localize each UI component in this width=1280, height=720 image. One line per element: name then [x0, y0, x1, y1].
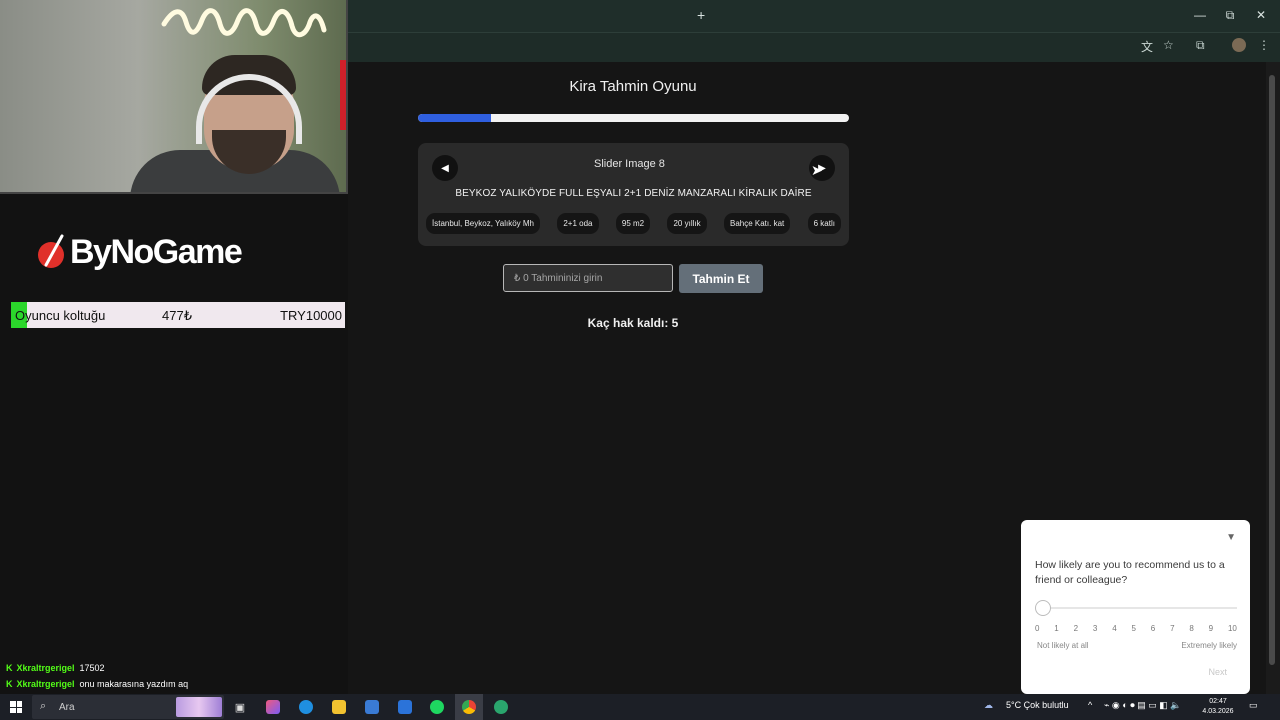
survey-next-button[interactable]: Next: [1208, 667, 1227, 677]
listing-title: BEYKOZ YALIKÖYDE FULL EŞYALI 2+1 DENİZ M…: [455, 188, 812, 199]
scale-2[interactable]: 2: [1074, 624, 1078, 633]
guess-input[interactable]: [503, 264, 673, 292]
tag-age: 20 yıllık: [667, 213, 707, 234]
taskbar-clock[interactable]: 02:47 4.03.2026: [1198, 697, 1238, 717]
new-tab-button[interactable]: +: [697, 7, 705, 23]
translate-icon[interactable]: 文: [1141, 38, 1153, 55]
survey-question: How likely are you to recommend us to a …: [1035, 559, 1225, 586]
task-view-icon[interactable]: ▣: [233, 700, 247, 714]
scale-10[interactable]: 10: [1228, 624, 1237, 633]
slider-image: Slider Image 8: [594, 158, 665, 170]
bynogame-logo: ByNoGame: [36, 230, 243, 274]
chat-username: Xkraltrgerigel: [16, 663, 75, 673]
weather-icon: ☁: [984, 700, 993, 710]
survey-slider-handle[interactable]: [1035, 600, 1051, 616]
search-highlight-image: [176, 697, 222, 717]
tag-location: İstanbul, Beykoz, Yalıköy Mh: [426, 213, 540, 234]
weather-text[interactable]: 5°C Çok bulutlu: [1006, 700, 1069, 710]
chat-message: K Xkraltrgerigel onu makarasına yazdım aq: [6, 679, 188, 689]
tag-floor: Bahçe Katı. kat: [723, 213, 791, 234]
mail-icon[interactable]: [398, 700, 412, 714]
bynogame-logo-text: ByNoGame: [70, 232, 243, 271]
tag-rooms: 2+1 oda: [557, 213, 599, 234]
survey-slider-track[interactable]: [1041, 607, 1237, 609]
survey-widget: ▼ How likely are you to recommend us to …: [1021, 520, 1250, 694]
progress-bar: [418, 114, 849, 122]
chat-username: Xkraltrgerigel: [16, 679, 75, 689]
chrome-profile-icon[interactable]: [494, 700, 508, 714]
webcam-feed: [0, 0, 348, 194]
spotify-icon[interactable]: [430, 700, 444, 714]
chat-badge-icon: K: [6, 679, 13, 689]
profile-avatar[interactable]: [1232, 38, 1246, 52]
scale-7[interactable]: 7: [1170, 624, 1174, 633]
notification-icon[interactable]: ▭: [1249, 700, 1258, 711]
clock-time: 02:47: [1209, 698, 1227, 705]
neon-sign: [161, 8, 327, 38]
minimize-button[interactable]: —: [1190, 8, 1210, 22]
listing-tags: İstanbul, Beykoz, Yalıköy Mh 2+1 oda 95 …: [426, 213, 841, 234]
maximize-button[interactable]: ⧉: [1220, 8, 1240, 23]
survey-low-label: Not likely at all: [1037, 641, 1089, 650]
seat-total: TRY10000: [280, 308, 342, 323]
search-icon: ⌕: [40, 700, 47, 712]
close-button[interactable]: ✕: [1251, 8, 1271, 22]
chat-text: onu makarasına yazdım aq: [79, 679, 189, 689]
bookmark-star-icon[interactable]: ☆: [1163, 38, 1174, 52]
file-explorer-icon[interactable]: [332, 700, 346, 714]
search-placeholder: Ara: [59, 702, 75, 713]
remaining-attempts: Kaç hak kaldı: 5: [587, 316, 679, 330]
edge-icon[interactable]: [299, 700, 313, 714]
survey-scale: 0 1 2 3 4 5 6 7 8 9 10: [1035, 624, 1237, 633]
clock-date: 4.03.2026: [1202, 708, 1234, 715]
chat-text: 17502: [79, 663, 105, 673]
scrollbar-thumb[interactable]: [1269, 75, 1275, 665]
scale-9[interactable]: 9: [1209, 624, 1213, 633]
store-icon[interactable]: [365, 700, 379, 714]
tag-area: 95 m2: [615, 213, 651, 234]
collapse-chevron-icon[interactable]: ▼: [1226, 532, 1236, 543]
scale-1[interactable]: 1: [1054, 624, 1058, 633]
chrome-icon[interactable]: [462, 700, 476, 714]
slider-prev-button[interactable]: ◀: [432, 155, 458, 181]
scale-5[interactable]: 5: [1131, 624, 1135, 633]
chat-badge-icon: K: [6, 663, 13, 673]
survey-high-label: Extremely likely: [1181, 641, 1237, 650]
scale-3[interactable]: 3: [1093, 624, 1097, 633]
tray-chevron-icon[interactable]: ^: [1088, 700, 1092, 710]
chat-message: K Xkraltrgerigel 17502: [6, 663, 105, 673]
mouse-cursor-icon: ➤: [811, 162, 823, 178]
listing-card: ◀ Slider Image 8 ▶ BEYKOZ YALIKÖYDE FULL…: [418, 143, 849, 246]
bynogame-logo-mark: [38, 234, 64, 268]
seat-price: 477₺: [162, 308, 192, 323]
menu-icon[interactable]: ⋮: [1258, 38, 1270, 52]
tag-floors: 6 katlı: [807, 213, 841, 234]
windows-start-icon[interactable]: [10, 701, 22, 713]
scale-4[interactable]: 4: [1112, 624, 1116, 633]
scale-0[interactable]: 0: [1035, 624, 1039, 633]
seat-bar: Oyuncu koltuğu 477₺ TRY10000: [11, 302, 345, 328]
red-light: [340, 60, 346, 130]
scale-8[interactable]: 8: [1189, 624, 1193, 633]
copilot-icon[interactable]: [266, 700, 280, 714]
extensions-icon[interactable]: ⧉: [1196, 38, 1205, 53]
seat-label: Oyuncu koltuğu: [15, 308, 106, 323]
browser-titlebar: + — ⧉ ✕: [348, 0, 1280, 32]
taskbar-search[interactable]: ⌕ Ara: [32, 695, 224, 719]
scale-6[interactable]: 6: [1151, 624, 1155, 633]
guess-button[interactable]: Tahmin Et: [679, 264, 763, 293]
tray-icons[interactable]: ⌁ ◉ ◐ ⏺ ▤ ▭ ◧ 🔈: [1104, 700, 1181, 711]
page-title: Kira Tahmin Oyunu: [569, 78, 697, 95]
progress-fill: [418, 114, 492, 122]
